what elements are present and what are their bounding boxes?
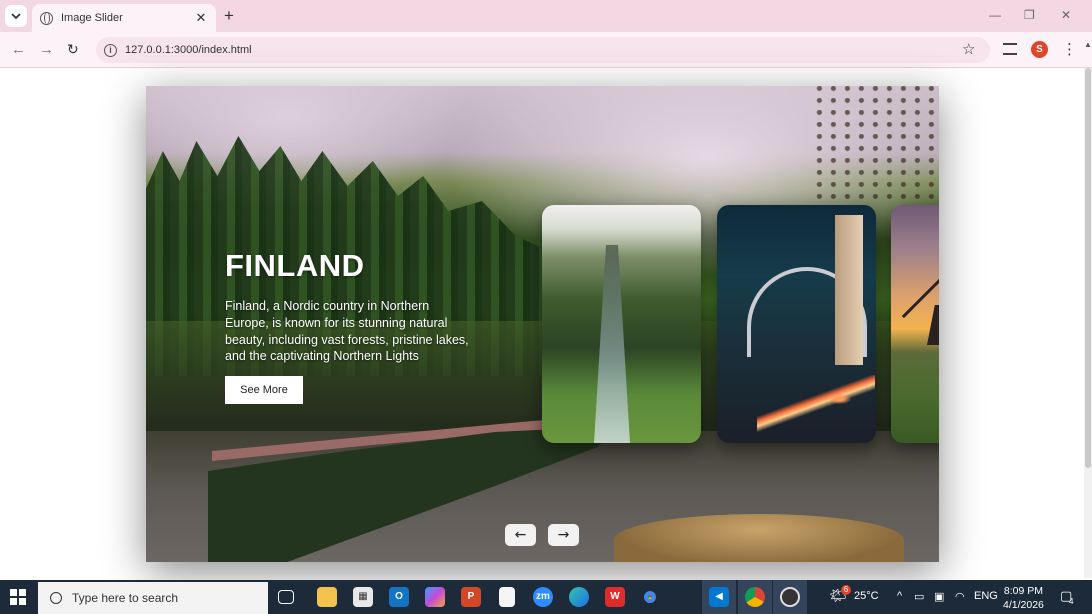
language-indicator[interactable]: ENG — [974, 590, 998, 602]
back-icon[interactable]: ← — [11, 41, 26, 58]
see-more-button[interactable]: See More — [225, 376, 303, 404]
chrome-icon[interactable] — [640, 587, 660, 607]
close-tab-icon[interactable]: ✕ — [194, 10, 208, 26]
weather-badge: 6 — [841, 585, 851, 595]
url-text[interactable]: 127.0.0.1:3000/index.html — [125, 44, 252, 56]
forward-icon[interactable]: → — [39, 41, 54, 58]
address-toolbar: ← → ↻ i 127.0.0.1:3000/index.html ☆ S ⋮ — [0, 32, 1092, 68]
windows-taskbar: Type here to search ▦ O P zm W ◀ 🌤 6 25°… — [0, 580, 1092, 614]
bridge-pylon — [835, 215, 863, 365]
slide-content: FINLAND Finland, a Nordic country in Nor… — [225, 248, 470, 365]
clock-date: 4/1/2026 — [1003, 599, 1044, 611]
windows-start-icon[interactable] — [10, 589, 26, 605]
tab-search-button[interactable] — [5, 5, 27, 27]
next-arrow-button[interactable]: → — [548, 524, 579, 546]
browser-tab-bar: Image Slider ✕ + — ❐ ✕ — [0, 0, 1092, 32]
globe-icon — [40, 11, 53, 25]
battery-icon[interactable]: ▭ — [914, 590, 924, 603]
wps-office-icon[interactable]: W — [605, 587, 625, 607]
search-placeholder: Type here to search — [72, 591, 179, 605]
reload-icon[interactable]: ↻ — [67, 41, 79, 58]
file-explorer-icon[interactable] — [317, 587, 337, 607]
meet-now-icon[interactable]: ▣ — [934, 590, 944, 603]
site-info-icon[interactable]: i — [104, 43, 117, 57]
tab-image-slider[interactable]: Image Slider ✕ — [32, 4, 216, 32]
page-scrollbar[interactable] — [1084, 68, 1092, 578]
obs-icon[interactable] — [780, 587, 800, 607]
scroll-up-arrow[interactable]: ▲ — [1084, 40, 1092, 49]
restore-icon[interactable]: ❐ — [1024, 8, 1035, 22]
powerpoint-icon[interactable]: P — [461, 587, 481, 607]
bookmark-star-icon[interactable]: ☆ — [962, 40, 975, 58]
new-tab-button[interactable]: + — [224, 6, 234, 26]
slide-title: FINLAND — [225, 248, 365, 283]
slide-description: Finland, a Nordic country in Northern Eu… — [225, 299, 469, 364]
thumbnail-card-bridge[interactable] — [717, 205, 876, 443]
copilot-icon[interactable] — [425, 587, 445, 607]
image-slider: FINLAND Finland, a Nordic country in Nor… — [146, 86, 939, 562]
media-controls-icon[interactable] — [1003, 43, 1017, 55]
taskbar-search-input[interactable]: Type here to search — [38, 582, 268, 614]
wifi-icon[interactable]: ◠ — [955, 590, 965, 603]
task-view-icon[interactable] — [278, 590, 294, 604]
profile-avatar[interactable]: S — [1031, 41, 1048, 58]
tray-expand-icon[interactable]: ^ — [897, 590, 902, 602]
thumbnail-card-gorge[interactable] — [542, 205, 701, 443]
system-clock[interactable]: 8:09 PM 4/1/2026 — [1003, 584, 1044, 612]
chrome-profile-icon[interactable] — [745, 587, 765, 607]
weather-temperature[interactable]: 25°C — [854, 590, 879, 602]
notepad-icon[interactable] — [499, 587, 515, 607]
tab-title: Image Slider — [61, 12, 123, 24]
rock — [614, 514, 904, 562]
close-window-icon[interactable]: ✕ — [1061, 8, 1071, 22]
search-icon — [50, 592, 62, 604]
minimize-icon[interactable]: — — [989, 8, 1001, 22]
scrollbar-thumb[interactable] — [1085, 68, 1091, 468]
zoom-icon[interactable]: zm — [533, 587, 553, 607]
prev-arrow-button[interactable]: ← — [505, 524, 536, 546]
outlook-icon[interactable]: O — [389, 587, 409, 607]
notification-count: 4 — [1069, 597, 1074, 606]
gorge-river — [594, 245, 630, 443]
vscode-icon[interactable]: ◀ — [709, 587, 729, 607]
address-bar[interactable]: i 127.0.0.1:3000/index.html — [96, 37, 990, 63]
tree-branches — [811, 86, 939, 206]
city-lights — [757, 375, 875, 435]
menu-kebab-icon[interactable]: ⋮ — [1062, 40, 1077, 58]
thumbnail-card-windmill[interactable] — [891, 205, 939, 443]
clock-time: 8:09 PM — [1003, 585, 1043, 597]
chevron-down-icon — [11, 12, 21, 19]
edge-icon[interactable] — [569, 587, 589, 607]
